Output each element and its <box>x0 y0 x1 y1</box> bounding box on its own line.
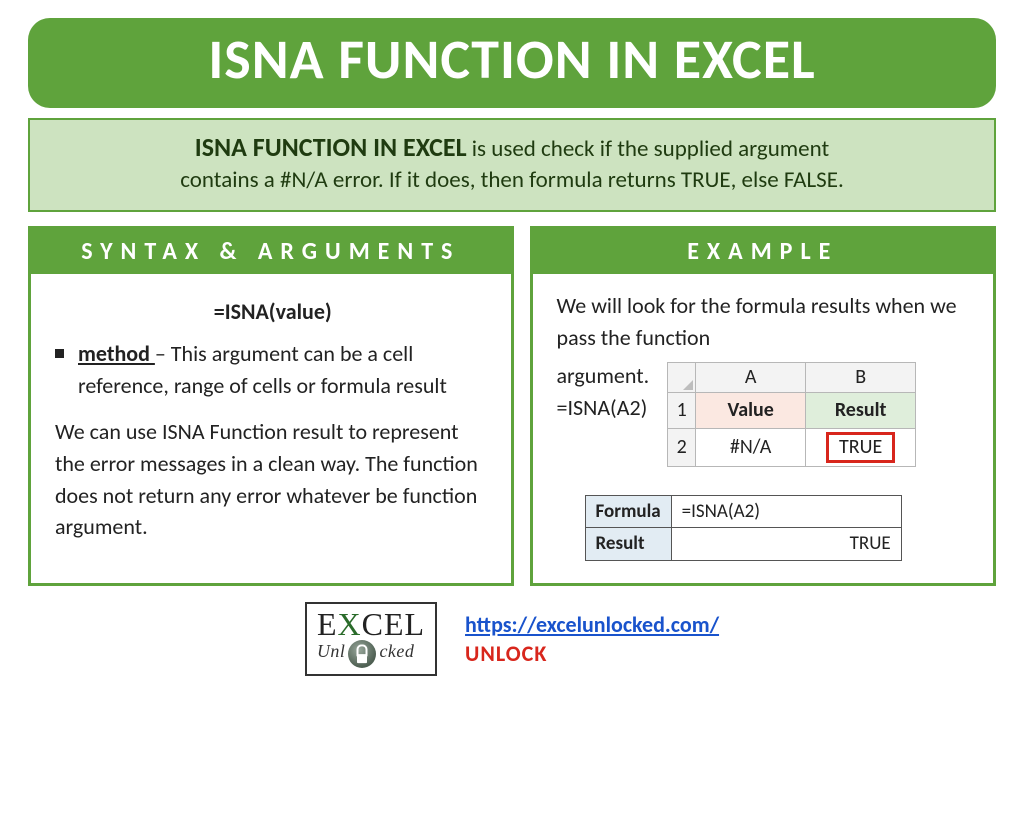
example-intro: We will look for the formula results whe… <box>557 290 973 354</box>
rt-result-value: TRUE <box>671 528 901 561</box>
logo-subtext: Unl <box>317 642 346 660</box>
syntax-panel: SYNTAX & ARGUMENTS =ISNA(value) method –… <box>28 226 514 586</box>
rt-formula-label: Formula <box>585 495 671 528</box>
row-header-1: 1 <box>668 392 696 428</box>
highlighted-result: TRUE <box>826 432 895 463</box>
example-heading: EXAMPLE <box>533 229 993 274</box>
description-box: ISNA FUNCTION IN EXCEL is used check if … <box>28 118 996 212</box>
cell-a2: #N/A <box>696 428 806 466</box>
argument-bullet: method – This argument can be a cell ref… <box>55 338 491 402</box>
argument-label: method <box>78 340 155 367</box>
footer: EXCEL Unl cked https://excelunlocked.com… <box>28 602 996 676</box>
cell-b1: Result <box>806 392 916 428</box>
example-argument-word: argument. <box>557 360 650 392</box>
logo-letters-cel: CEL <box>362 606 425 642</box>
rt-result-label: Result <box>585 528 671 561</box>
description-lead: ISNA FUNCTION IN EXCEL <box>195 131 467 163</box>
website-link[interactable]: https://excelunlocked.com/ <box>465 611 719 638</box>
sheet-select-all-corner <box>668 362 696 392</box>
example-formula-inline: =ISNA(A2) <box>557 392 650 424</box>
unlock-text: UNLOCK <box>465 640 719 667</box>
cell-a1: Value <box>696 392 806 428</box>
lock-icon <box>348 640 376 668</box>
example-panel: EXAMPLE We will look for the formula res… <box>530 226 996 586</box>
logo-subtext-2: cked <box>379 642 414 660</box>
syntax-formula: =ISNA(value) <box>55 296 491 328</box>
logo: EXCEL Unl cked <box>305 602 437 676</box>
page-title: ISNA FUNCTION IN EXCEL <box>28 18 996 108</box>
logo-letter-e: E <box>317 606 338 642</box>
column-header-b: B <box>806 362 916 392</box>
logo-letter-x: X <box>337 606 361 642</box>
cell-b2: TRUE <box>806 428 916 466</box>
example-spreadsheet: A B 1 Value Result 2 #N/A TRUE <box>667 362 916 467</box>
result-table: Formula =ISNA(A2) Result TRUE <box>585 495 902 561</box>
syntax-paragraph: We can use ISNA Function result to repre… <box>55 416 491 544</box>
rt-formula-value: =ISNA(A2) <box>671 495 901 528</box>
row-header-2: 2 <box>668 428 696 466</box>
syntax-heading: SYNTAX & ARGUMENTS <box>31 229 511 274</box>
column-header-a: A <box>696 362 806 392</box>
description-text-1: is used check if the supplied argument <box>467 135 830 163</box>
bullet-icon <box>55 349 64 358</box>
description-text-2: contains a #N/A error. If it does, then … <box>180 166 844 194</box>
